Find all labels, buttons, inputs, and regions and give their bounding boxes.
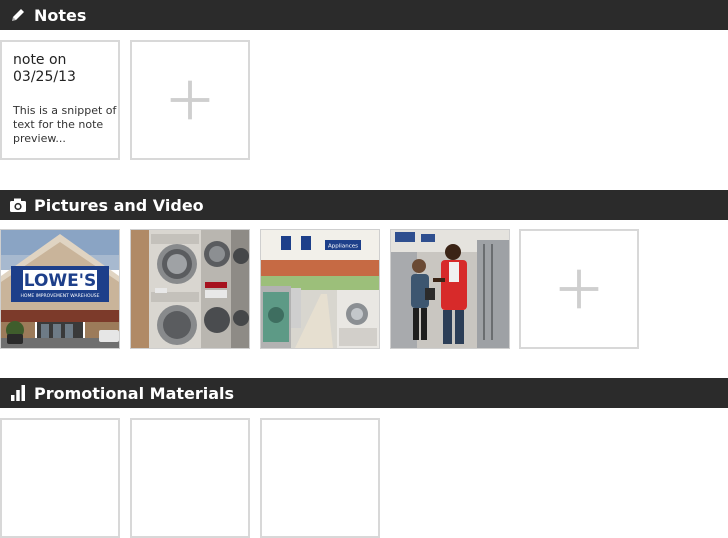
pictures-section-header: Pictures and Video bbox=[0, 190, 728, 220]
promo-item[interactable] bbox=[0, 418, 120, 538]
camera-icon bbox=[8, 195, 28, 215]
notes-section-header: Notes bbox=[0, 0, 728, 30]
bar-chart-icon bbox=[8, 383, 28, 403]
plus-icon bbox=[170, 80, 210, 120]
promo-section-header: Promotional Materials bbox=[0, 378, 728, 408]
add-note-button[interactable] bbox=[130, 40, 250, 160]
pencil-icon bbox=[8, 5, 28, 25]
lowes-sign-subtext: HOME IMPROVEMENT WAREHOUSE bbox=[21, 293, 100, 299]
appliances-sign-text: Appliances bbox=[328, 244, 358, 250]
note-snippet: This is a snippet of text for the note p… bbox=[13, 104, 117, 145]
promo-item[interactable] bbox=[260, 418, 380, 538]
plus-icon bbox=[559, 269, 599, 309]
pictures-section-title: Pictures and Video bbox=[34, 195, 204, 215]
lowes-storefront-photo[interactable]: LOWE'S HOME IMPROVEMENT WAREHOUSE bbox=[0, 229, 120, 349]
note-title: note on 03/25/13 bbox=[13, 52, 76, 85]
add-picture-button[interactable] bbox=[519, 229, 639, 349]
appliances-aisle-photo[interactable]: Appliances bbox=[260, 229, 380, 349]
note-card[interactable]: note on 03/25/13 This is a snippet of te… bbox=[0, 40, 120, 160]
promo-item[interactable] bbox=[130, 418, 250, 538]
lowes-sign-text: LOWE'S bbox=[24, 271, 97, 291]
notes-section-title: Notes bbox=[34, 5, 87, 25]
promo-section-title: Promotional Materials bbox=[34, 383, 235, 403]
washers-dryers-photo[interactable] bbox=[130, 229, 250, 349]
staff-helping-customer-photo[interactable] bbox=[390, 229, 510, 349]
